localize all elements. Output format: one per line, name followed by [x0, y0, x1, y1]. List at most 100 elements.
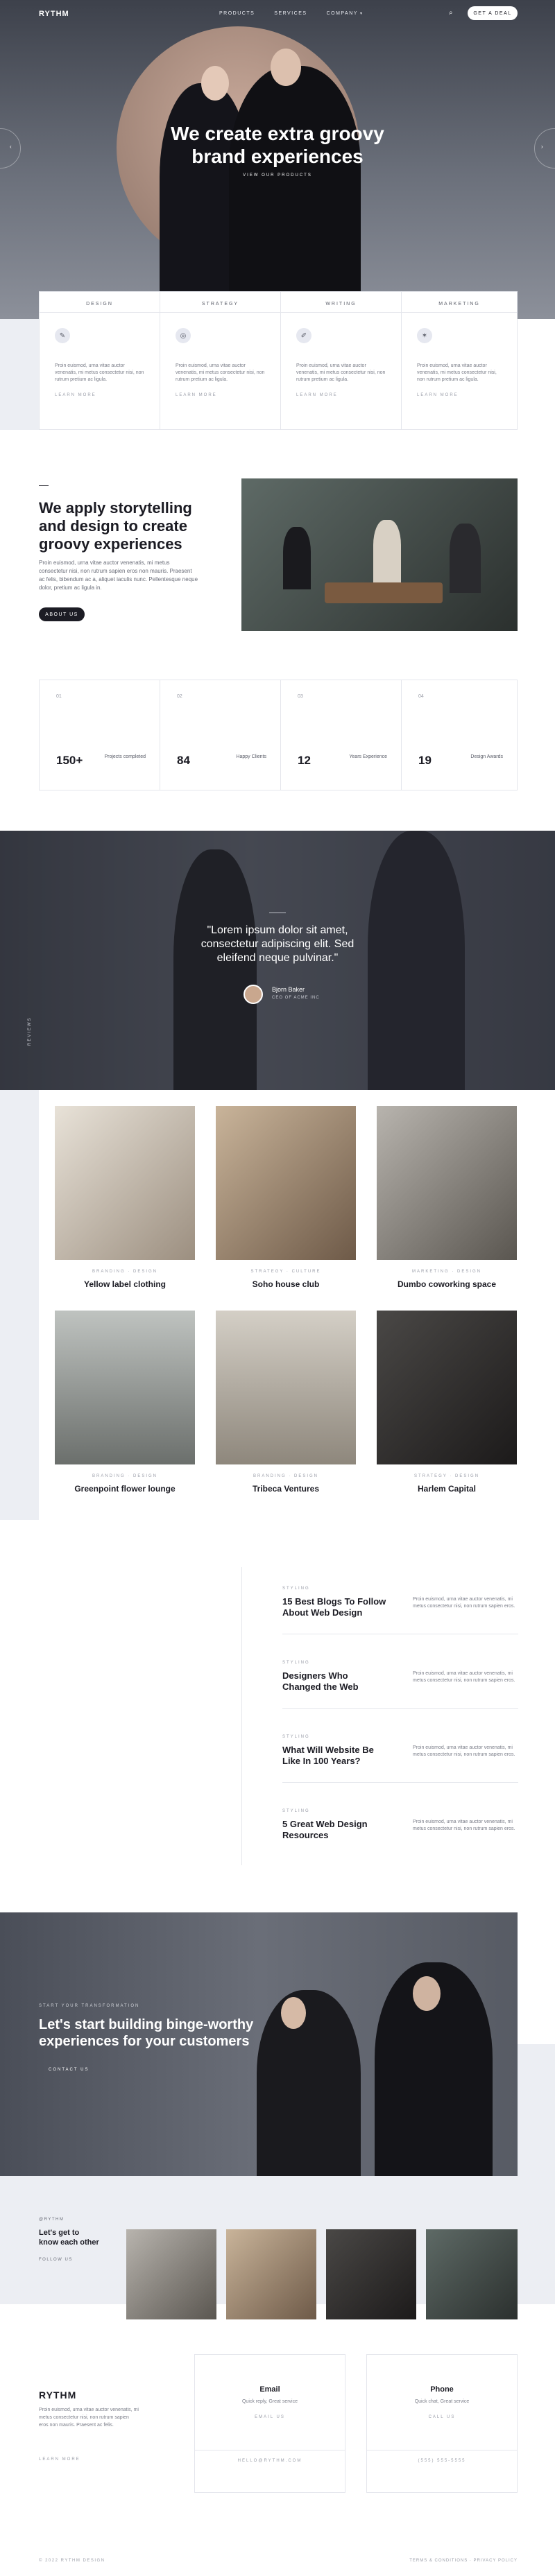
footer-logo[interactable]: RYTHM: [39, 2389, 76, 2401]
instagram-handle[interactable]: @RYTHM: [39, 2218, 64, 2222]
service-text: Proin euismod, urna vitae auctor venenat…: [55, 363, 144, 382]
project-image[interactable]: [55, 1311, 195, 1464]
phone-number[interactable]: (555) 555-5555: [367, 2450, 517, 2463]
service-learn-more[interactable]: LEARN MORE: [296, 393, 401, 397]
blog-category: STYLING: [282, 1661, 310, 1665]
blog-category: STYLING: [282, 1587, 310, 1591]
team-meeting-photo: [241, 478, 518, 631]
search-icon[interactable]: ⌕: [449, 9, 453, 17]
instagram-title-line2: know each other: [39, 2238, 99, 2247]
service-learn-more[interactable]: LEARN MORE: [417, 393, 517, 397]
copyright: © 2022 RYTHM DESIGN: [39, 2559, 105, 2563]
hero-face-right: [271, 49, 301, 86]
follow-us-link[interactable]: FOLLOW US: [39, 2258, 73, 2262]
nav-services[interactable]: SERVICES: [274, 11, 307, 16]
about-title-line1: We apply storytelling: [39, 499, 192, 517]
project-category: BRANDING · DESIGN: [92, 1474, 157, 1478]
project-title[interactable]: Harlem Capital: [377, 1484, 517, 1494]
project-title[interactable]: Soho house club: [216, 1279, 356, 1289]
blog-title[interactable]: Designers Who Changed the Web: [282, 1670, 386, 1693]
project-title[interactable]: Greenpoint flower lounge: [55, 1484, 195, 1494]
project-title[interactable]: Yellow label clothing: [55, 1279, 195, 1289]
hero-button[interactable]: VIEW OUR PRODUCTS: [236, 173, 319, 178]
stat-number: 19: [418, 754, 432, 767]
stat-number: 150+: [56, 754, 83, 767]
get-deal-button[interactable]: GET A DEAL: [468, 6, 518, 20]
cta-eyebrow: START YOUR TRANSFORMATION: [39, 2004, 140, 2008]
blog-title[interactable]: 15 Best Blogs To Follow About Web Design: [282, 1596, 386, 1618]
project-category: BRANDING · DESIGN: [92, 1270, 157, 1274]
about-us-button[interactable]: ABOUT US: [39, 607, 85, 621]
instagram-photo[interactable]: [226, 2229, 316, 2319]
about-title-line2: and design to create: [39, 517, 187, 535]
stat-item: 01 150+ Projects completed: [40, 680, 160, 790]
call-us-button[interactable]: CALL US: [367, 2415, 517, 2419]
hero-title: We create extra groovy brand experiences: [0, 122, 555, 168]
footer-text: Proin euismod, urna vitae auctor venenat…: [39, 2408, 139, 2428]
stats-section: 01 150+ Projects completed 02 84 Happy C…: [39, 680, 518, 790]
main-nav: PRODUCTS SERVICES COMPANY ▾: [219, 11, 362, 16]
stat-key: 04: [418, 694, 424, 699]
legal-links[interactable]: TERMS & CONDITIONS · PRIVACY POLICY: [409, 2559, 518, 2563]
testimonial-quote: "Lorem ipsum dolor sit amet, consectetur…: [125, 924, 430, 965]
project-title[interactable]: Dumbo coworking space: [377, 1279, 517, 1289]
cta-title-line1: Let's start building binge-worthy: [39, 2017, 254, 2032]
blog-text: Proin euismod, urna vitae auctor venenat…: [413, 1819, 515, 1831]
service-learn-more[interactable]: LEARN MORE: [55, 393, 160, 397]
project-image[interactable]: [377, 1106, 517, 1260]
target-icon: ◎: [176, 328, 191, 343]
hero-face-left: [201, 66, 229, 101]
email-card-title: Email: [259, 2385, 280, 2394]
service-learn-more[interactable]: LEARN MORE: [176, 393, 280, 397]
project-category: MARKETING · DESIGN: [411, 1270, 481, 1274]
stat-label: Happy Clients: [236, 754, 266, 759]
stat-number: 12: [298, 754, 311, 767]
logo[interactable]: RYTHM: [39, 10, 69, 18]
avatar: [244, 985, 263, 1004]
blog-text: Proin euismod, urna vitae auctor venenat…: [413, 1745, 515, 1757]
email-card: Email Quick reply, Great service EMAIL U…: [194, 2354, 345, 2493]
quote-line1: "Lorem ipsum dolor sit amet,: [207, 924, 348, 936]
reviewer-role: CEO OF ACME INC: [272, 996, 320, 1000]
projects-side-panel: [0, 1090, 39, 1520]
about-divider: [39, 485, 49, 486]
instagram-photo[interactable]: [426, 2229, 518, 2319]
services-section: DESIGN ✎ Proin euismod, urna vitae aucto…: [39, 291, 518, 430]
blog-title[interactable]: What Will Website Be Like In 100 Years?: [282, 1745, 386, 1767]
instagram-photo[interactable]: [126, 2229, 216, 2319]
email-address[interactable]: HELLO@RYTHM.COM: [195, 2450, 345, 2463]
stat-key: 02: [177, 694, 182, 699]
quote-line3: eleifend neque pulvinar.": [216, 952, 339, 964]
phone-card-title: Phone: [430, 2385, 454, 2394]
reviewer-name: Bjorn Baker: [272, 986, 305, 993]
nav-company[interactable]: COMPANY: [327, 11, 358, 16]
about-text: Proin euismod, urna vitae auctor venenat…: [39, 560, 198, 591]
services-side-panel: [0, 319, 39, 430]
project-category: STRATEGY · CULTURE: [250, 1270, 321, 1274]
service-text: Proin euismod, urna vitae auctor venenat…: [417, 363, 497, 382]
contact-us-button[interactable]: CONTACT US: [49, 2068, 89, 2072]
stat-label: Design Awards: [470, 754, 503, 759]
stat-item: 04 19 Design Awards: [402, 680, 517, 790]
hero-model-right: [229, 66, 361, 291]
service-title: MARKETING: [402, 292, 517, 313]
blog-category: STYLING: [282, 1809, 310, 1813]
service-card: STRATEGY ◎ Proin euismod, urna vitae auc…: [160, 292, 281, 429]
stat-item: 03 12 Years Experience: [281, 680, 402, 790]
project-image[interactable]: [377, 1311, 517, 1464]
project-title[interactable]: Tribeca Ventures: [216, 1484, 356, 1494]
project-image[interactable]: [216, 1106, 356, 1260]
blog-divider: [241, 1567, 242, 1865]
blog-title[interactable]: 5 Great Web Design Resources: [282, 1819, 386, 1841]
quote-line2: consectetur adipiscing elit. Sed: [200, 938, 355, 950]
footer-learn-more[interactable]: LEARN MORE: [39, 2457, 80, 2462]
blog-text: Proin euismod, urna vitae auctor venenat…: [413, 1597, 515, 1609]
instagram-photo[interactable]: [326, 2229, 416, 2319]
service-title: WRITING: [281, 292, 401, 313]
nav-products[interactable]: PRODUCTS: [219, 11, 255, 16]
stat-label: Years Experience: [349, 754, 387, 759]
project-image[interactable]: [216, 1311, 356, 1464]
email-us-button[interactable]: EMAIL US: [195, 2415, 345, 2419]
project-image[interactable]: [55, 1106, 195, 1260]
service-text: Proin euismod, urna vitae auctor venenat…: [176, 363, 265, 382]
